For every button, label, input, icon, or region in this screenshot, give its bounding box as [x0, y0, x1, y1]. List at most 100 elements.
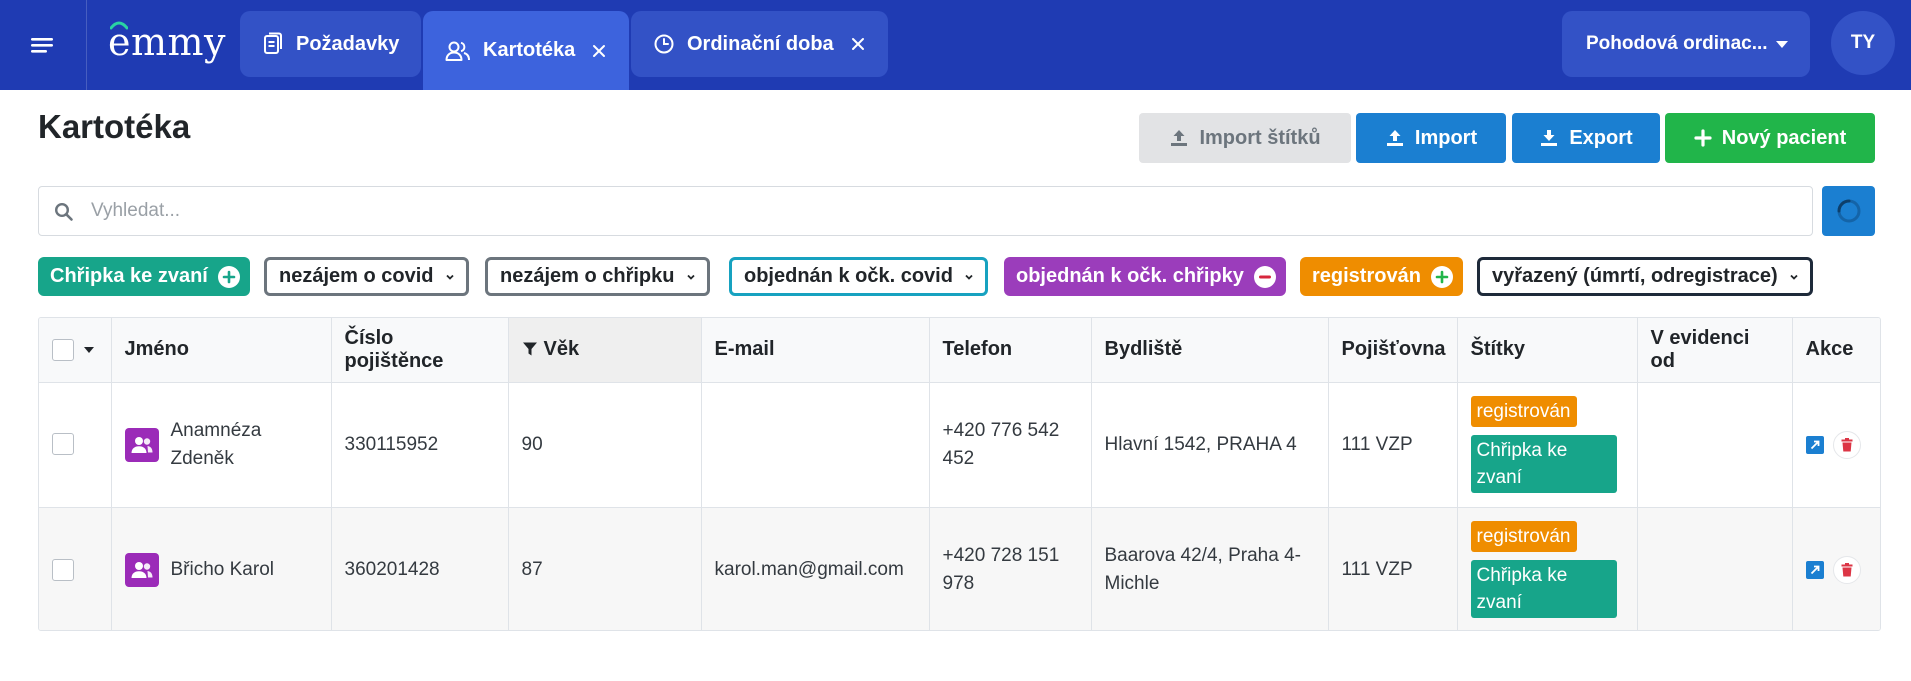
patient-icon	[124, 552, 159, 587]
table-row[interactable]: Břicho Karol 360201428 87 karol.man@gmai…	[39, 507, 1880, 630]
filter-chip-objednan-ock-chripky[interactable]: objednán k očk. chřipky	[1004, 257, 1286, 296]
insurer-cell: 111 VZP	[1328, 382, 1458, 507]
tag-badge: Chřipka ke zvaní	[1470, 435, 1617, 493]
phone-cell: +420 776 542 452	[929, 382, 1092, 507]
page-title: Kartotéka	[38, 108, 191, 145]
delete-button[interactable]	[1832, 555, 1861, 584]
chip-label: registrován	[1312, 265, 1421, 287]
close-icon[interactable]	[850, 36, 866, 52]
patients-table: Jméno Číslo pojištěnce Věk E-mail Telefo…	[38, 317, 1881, 631]
filter-icon	[522, 342, 537, 356]
import-tags-button[interactable]: Import štítků	[1139, 113, 1351, 163]
trash-icon	[1841, 437, 1852, 451]
button-label: Import štítků	[1199, 126, 1321, 149]
plus-circle-icon	[217, 265, 240, 288]
column-header-phone[interactable]: Telefon	[929, 318, 1092, 383]
tag-badge: registrován	[1470, 521, 1577, 553]
filter-chip-nezajem-o-covid[interactable]: nezájem o covid	[264, 257, 469, 296]
caret-down-icon[interactable]	[84, 346, 94, 353]
tab-pozadavky[interactable]: Požadavky	[240, 11, 422, 77]
chip-label: objednán k očk. covid	[744, 265, 953, 287]
column-header-age-cell[interactable]: Věk	[508, 318, 702, 383]
email-cell: karol.man@gmail.com	[701, 507, 930, 630]
delete-button[interactable]	[1832, 430, 1861, 459]
open-external-icon[interactable]	[1805, 560, 1824, 579]
chevron-down-icon	[686, 274, 695, 280]
tab-label: Ordinační doba	[687, 32, 834, 55]
table-row[interactable]: Anamnéza Zdeněk 330115952 90 +420 776 54…	[39, 382, 1880, 507]
open-external-icon[interactable]	[1805, 435, 1824, 454]
trash-icon	[1841, 562, 1852, 577]
tag-badge: Chřipka ke zvaní	[1470, 560, 1617, 619]
hamburger-menu-button[interactable]	[0, 0, 87, 90]
chevron-down-icon	[1790, 274, 1798, 280]
registered-since-cell	[1637, 507, 1793, 630]
tab-kartoteka[interactable]: Kartotéka	[423, 11, 630, 90]
insurance-number-cell: 360201428	[331, 507, 509, 630]
filter-chip-nezajem-o-chripku[interactable]: nezájem o chřipku	[485, 257, 710, 296]
column-header-address[interactable]: Bydliště	[1091, 318, 1329, 383]
tab-ordinacni-doba[interactable]: Ordinační doba	[631, 11, 888, 77]
select-all-checkbox[interactable]	[52, 338, 74, 361]
search-input[interactable]	[91, 200, 1812, 222]
column-header-insurance-number[interactable]: Číslo pojištěnce	[331, 318, 509, 383]
row-actions	[1805, 430, 1870, 459]
plus-icon	[1694, 129, 1712, 147]
export-button[interactable]: Export	[1512, 113, 1660, 163]
tags-cell: registrován Chřipka ke zvaní	[1457, 507, 1638, 630]
patient-name-wrapper: Břicho Karol	[124, 552, 318, 587]
table-header-row: Jméno Číslo pojištěnce Věk E-mail Telefo…	[39, 318, 1880, 383]
select-all-header	[39, 318, 112, 383]
address-cell: Baarova 42/4, Praha 4-Michle	[1091, 507, 1329, 630]
chip-label: objednán k očk. chřipky	[1016, 265, 1244, 287]
close-icon[interactable]	[591, 43, 607, 59]
import-button[interactable]: Import	[1356, 113, 1506, 163]
button-label: Export	[1569, 126, 1633, 149]
chip-label: nezájem o chřipku	[500, 265, 675, 287]
insurer-cell: 111 VZP	[1328, 507, 1458, 630]
new-patient-button[interactable]: Nový pacient	[1665, 113, 1875, 163]
chevron-down-icon	[965, 274, 973, 280]
column-header-tags[interactable]: Štítky	[1457, 318, 1638, 383]
download-icon	[1541, 130, 1558, 146]
insurance-number-cell: 330115952	[331, 382, 509, 507]
patient-name-cell[interactable]: Anamnéza Zdeněk	[111, 382, 332, 507]
patient-icon	[124, 427, 159, 462]
patient-name-wrapper: Anamnéza Zdeněk	[124, 417, 318, 473]
search-button[interactable]	[1822, 186, 1875, 236]
clinic-select[interactable]: Pohodová ordinac...	[1562, 11, 1810, 77]
top-navbar: emmy Požadavky Kartotéka Ordinační doba	[0, 0, 1911, 90]
chip-label: Chřipka ke zvaní	[50, 265, 208, 287]
chip-label: vyřazený (úmrtí, odregistrace)	[1492, 265, 1778, 287]
document-icon	[264, 32, 282, 54]
user-avatar[interactable]: TY	[1831, 11, 1895, 75]
column-header-name[interactable]: Jméno	[111, 318, 332, 383]
patient-name-cell[interactable]: Břicho Karol	[111, 507, 332, 630]
caret-down-icon	[1776, 41, 1788, 48]
upload-icon	[1171, 130, 1188, 146]
search-icon	[54, 202, 73, 221]
column-header-email[interactable]: E-mail	[701, 318, 930, 383]
filter-chip-registrovan[interactable]: registrován	[1300, 257, 1463, 296]
row-select-cell	[39, 382, 112, 507]
row-checkbox[interactable]	[52, 558, 74, 581]
column-header-registered-since[interactable]: V evidenci od	[1637, 318, 1793, 383]
filter-chip-objednan-ock-covid[interactable]: objednán k očk. covid	[729, 257, 988, 296]
patient-name: Břicho Karol	[170, 558, 275, 580]
column-header-insurer[interactable]: Pojišťovna	[1328, 318, 1458, 383]
column-header-actions: Akce	[1792, 318, 1880, 383]
filter-chip-chripka-ke-zvani[interactable]: Chřipka ke zvaní	[38, 257, 250, 296]
clock-icon	[654, 34, 674, 54]
row-select-cell	[39, 507, 112, 630]
actions-cell	[1792, 507, 1880, 630]
row-checkbox[interactable]	[52, 433, 74, 456]
loading-spinner-icon	[1837, 199, 1860, 223]
tab-label: Kartotéka	[483, 39, 576, 61]
tab-label: Požadavky	[296, 32, 400, 55]
filter-chip-vyrazeny[interactable]: vyřazený (úmrtí, odregistrace)	[1477, 257, 1813, 296]
emmy-logo[interactable]: emmy	[108, 12, 226, 72]
upload-icon	[1386, 130, 1403, 146]
logo-mark-icon	[110, 21, 128, 30]
tags-cell: registrován Chřipka ke zvaní	[1457, 382, 1638, 507]
clinic-select-value: Pohodová ordinac...	[1586, 33, 1768, 54]
